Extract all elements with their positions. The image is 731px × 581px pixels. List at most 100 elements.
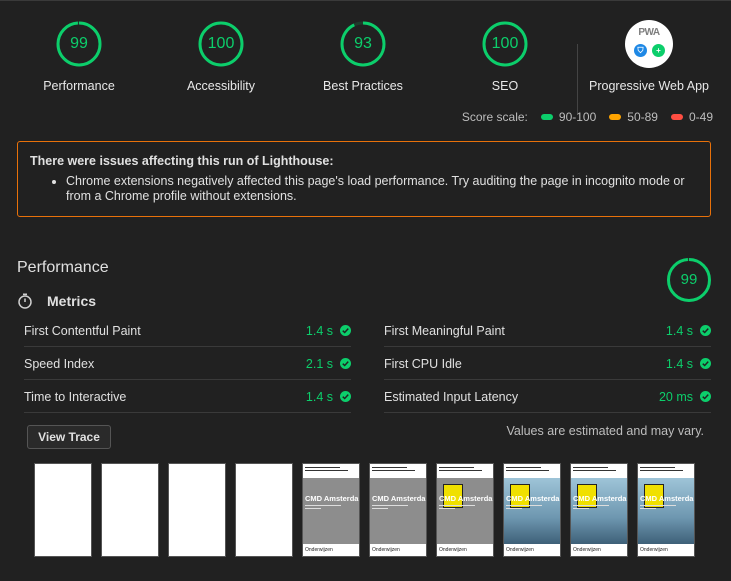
filmstrip-frame [235, 463, 293, 557]
filmstrip-frame: CMD Amsterdam Onderwijzen [436, 463, 494, 557]
score-value: 93 [354, 35, 372, 52]
pass-check-icon [340, 391, 351, 402]
frame-caption: CMD Amsterdam [640, 494, 695, 503]
metric-name: Estimated Input Latency [384, 389, 519, 404]
score-ring: 100 [197, 20, 245, 68]
filmstrip-frame [34, 463, 92, 557]
score-value: 99 [70, 35, 88, 52]
frame-nav [439, 467, 489, 475]
estimate-note: Values are estimated and may vary. [506, 424, 704, 438]
fail-pill-icon [670, 114, 683, 120]
gauge-seo[interactable]: 100 SEO [434, 20, 576, 93]
frame-subtext [640, 505, 680, 511]
gauge-label: Accessibility [186, 79, 256, 93]
shield-icon: ⛉ [634, 44, 647, 57]
score-value: 100 [491, 35, 519, 52]
filmstrip-frame: CMD Amsterdam Onderwijzen [302, 463, 360, 557]
pass-check-icon [700, 391, 711, 402]
frame-footer: Onderwijzen [439, 547, 467, 553]
metric-name: First CPU Idle [384, 356, 462, 371]
metric-first-contentful-paint: First Contentful Paint 1.4 s [24, 315, 351, 347]
frame-subtext [305, 505, 345, 511]
frame-caption: CMD Amsterdam [372, 494, 427, 503]
average-pill-icon [609, 114, 622, 120]
frame-nav [506, 467, 556, 475]
gauge-label: SEO [491, 79, 519, 93]
warning-list: Chrome extensions negatively affected th… [30, 174, 698, 204]
frame-footer: Onderwijzen [573, 547, 601, 553]
score-ring: 100 [481, 20, 529, 68]
frame-subtext [439, 505, 479, 511]
filmstrip-frame: CMD Amsterdam Onderwijzen [570, 463, 628, 557]
pass-pill-icon [540, 114, 553, 120]
stopwatch-icon [18, 293, 32, 309]
performance-section-title: Performance [17, 259, 109, 276]
frame-subtext [372, 505, 412, 511]
metric-value: 2.1 s [305, 356, 333, 371]
performance-score-ring: 99 [666, 257, 712, 303]
filmstrip-frame: CMD Amsterdam Onderwijzen [503, 463, 561, 557]
frame-nav [305, 467, 355, 475]
metric-estimated-input-latency: Estimated Input Latency 20 ms [384, 381, 711, 413]
gauge-best-practices[interactable]: 93 Best Practices [292, 20, 434, 93]
frame-nav [640, 467, 690, 475]
metric-value: 1.4 s [305, 389, 333, 404]
filmstrip-frame [168, 463, 226, 557]
gauge-performance[interactable]: 99 Performance [8, 20, 150, 93]
scale-fail: 0-49 [670, 110, 713, 124]
metric-value: 20 ms [658, 389, 693, 404]
category-gauges: 99 Performance 100 Accessibility 93 Best… [0, 20, 731, 114]
performance-score-value: 99 [680, 271, 698, 288]
metric-value: 1.4 s [665, 323, 693, 338]
scale-range-label: 50-89 [627, 110, 658, 124]
gauge-accessibility[interactable]: 100 Accessibility [150, 20, 292, 93]
score-scale: Score scale: 90-100 50-89 0-49 [462, 110, 713, 124]
pass-check-icon [340, 358, 351, 369]
frame-caption: CMD Amsterdam [439, 494, 494, 503]
frame-footer: Onderwijzen [506, 547, 534, 553]
gauge-label: Best Practices [323, 79, 403, 93]
warning-title: There were issues affecting this run of … [30, 154, 334, 168]
warning-item: Chrome extensions negatively affected th… [66, 174, 698, 204]
frame-caption: CMD Amsterdam [506, 494, 561, 503]
gauge-label: Performance [43, 79, 115, 93]
frame-hero [303, 478, 359, 544]
metric-time-to-interactive: Time to Interactive 1.4 s [24, 381, 351, 413]
frame-footer: Onderwijzen [305, 547, 333, 553]
filmstrip-frame: CMD Amsterdam Onderwijzen [637, 463, 695, 557]
filmstrip-frame [101, 463, 159, 557]
metrics-title: Metrics [47, 293, 97, 309]
scale-pass: 90-100 [540, 110, 597, 124]
metric-first-cpu-idle: First CPU Idle 1.4 s [384, 348, 711, 380]
run-warnings: There were issues affecting this run of … [17, 141, 711, 217]
view-trace-button[interactable]: View Trace [27, 425, 111, 449]
pwa-badge-icon: PWA ⛉ + [625, 20, 673, 68]
score-value: 100 [207, 35, 235, 52]
metric-value: 1.4 s [305, 323, 333, 338]
frame-subtext [506, 505, 546, 511]
frame-footer: Onderwijzen [372, 547, 400, 553]
scale-range-label: 90-100 [558, 110, 597, 124]
frame-subtext [573, 505, 613, 511]
metric-speed-index: Speed Index 2.1 s [24, 348, 351, 380]
pass-check-icon [700, 325, 711, 336]
gauge-label: Progressive Web App [589, 79, 709, 93]
metric-value: 1.4 s [665, 356, 693, 371]
metrics-header: Metrics [17, 293, 96, 309]
plus-icon: + [652, 44, 665, 57]
gauge-pwa[interactable]: PWA ⛉ + Progressive Web App [578, 20, 720, 93]
score-scale-label: Score scale: [461, 110, 528, 124]
frame-caption: CMD Amsterdam [305, 494, 360, 503]
top-border [0, 0, 731, 1]
frame-hero [370, 478, 426, 544]
pass-check-icon [700, 358, 711, 369]
frame-nav [372, 467, 422, 475]
filmstrip-frame: CMD Amsterdam Onderwijzen [369, 463, 427, 557]
scale-range-label: 0-49 [688, 110, 713, 124]
scale-average: 50-89 [609, 110, 658, 124]
metric-name: First Contentful Paint [24, 323, 141, 338]
score-ring: 99 [55, 20, 103, 68]
frame-nav [573, 467, 623, 475]
metric-name: Time to Interactive [24, 389, 127, 404]
frame-footer: Onderwijzen [640, 547, 668, 553]
